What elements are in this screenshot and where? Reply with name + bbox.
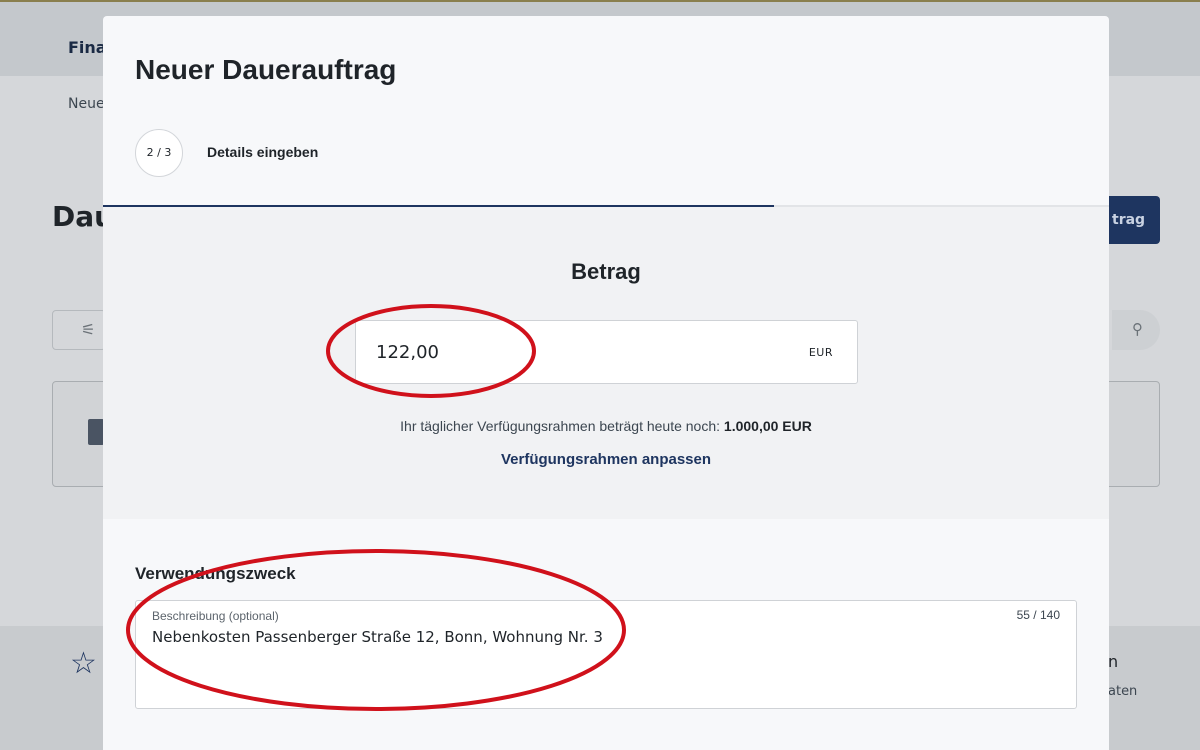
purpose-field-label: Beschreibung (optional) [152, 609, 279, 623]
step-indicator: 2 / 3 [135, 129, 183, 177]
star-icon: ☆ [70, 646, 97, 681]
daily-limit-value: 1.000,00 EUR [723, 418, 812, 434]
purpose-textarea[interactable]: Nebenkosten Passenberger Straße 12, Bonn… [152, 627, 1052, 697]
daily-limit-info: Ihr täglicher Verfügungsrahmen beträgt h… [103, 418, 1109, 434]
filter-icon: ⚟ [52, 310, 106, 350]
background-footer-subtitle: aten [1108, 684, 1138, 699]
search-icon: ⚲ [1112, 310, 1160, 350]
amount-section: Betrag EUR Ihr täglicher Verfügungsrahme… [103, 207, 1109, 519]
currency-label: EUR [808, 346, 833, 359]
background-footer-title: n [1108, 652, 1119, 671]
background-primary-button-label: trag [1112, 212, 1146, 228]
standing-order-dialog: Neuer Dauerauftrag 2 / 3 Details eingebe… [103, 16, 1109, 750]
amount-heading: Betrag [571, 259, 641, 284]
background-breadcrumb: Neue [68, 96, 105, 112]
amount-field: EUR [355, 320, 858, 384]
background-nav-title: Fina [68, 38, 107, 57]
step-label: Details eingeben [207, 144, 319, 160]
background-card-badge [88, 419, 104, 445]
purpose-heading: Verwendungszweck [135, 564, 296, 583]
amount-input[interactable] [376, 321, 776, 383]
daily-limit-text: Ihr täglicher Verfügungsrahmen beträgt h… [400, 418, 721, 434]
purpose-field: Beschreibung (optional) 55 / 140 Nebenko… [135, 600, 1077, 709]
dialog-title: Neuer Dauerauftrag [135, 54, 397, 85]
adjust-limit-link[interactable]: Verfügungsrahmen anpassen [103, 451, 1109, 468]
purpose-character-counter: 55 / 140 [1016, 608, 1060, 622]
window-top-edge [0, 0, 1200, 2]
